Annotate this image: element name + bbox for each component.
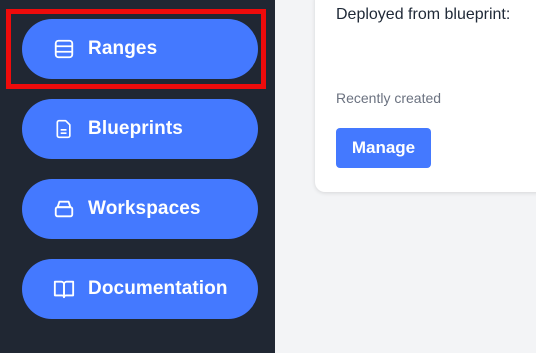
sidebar-item-ranges[interactable]: Ranges bbox=[22, 19, 258, 79]
sidebar-item-label: Ranges bbox=[88, 38, 158, 59]
sidebar-item-label: Documentation bbox=[88, 278, 228, 299]
sidebar-item-documentation[interactable]: Documentation bbox=[22, 259, 258, 319]
range-card: Deployed from blueprint: Recently create… bbox=[315, 0, 536, 192]
sidebar-item-workspaces[interactable]: Workspaces bbox=[22, 179, 258, 239]
card-meta: Recently created bbox=[336, 90, 442, 106]
manage-button[interactable]: Manage bbox=[336, 128, 431, 168]
main-content: Deployed from blueprint: Recently create… bbox=[275, 0, 536, 353]
sidebar-item-blueprints[interactable]: Blueprints bbox=[22, 99, 258, 159]
document-icon bbox=[52, 117, 76, 141]
card-description: Deployed from blueprint: bbox=[336, 6, 511, 23]
sidebar-item-label: Workspaces bbox=[88, 198, 201, 219]
book-icon bbox=[52, 277, 76, 301]
sidebar-item-label: Blueprints bbox=[88, 118, 183, 139]
archive-box-icon bbox=[52, 197, 76, 221]
stack-icon bbox=[52, 37, 76, 61]
sidebar: Ranges Blueprints Workspaces Documentati… bbox=[0, 0, 275, 353]
